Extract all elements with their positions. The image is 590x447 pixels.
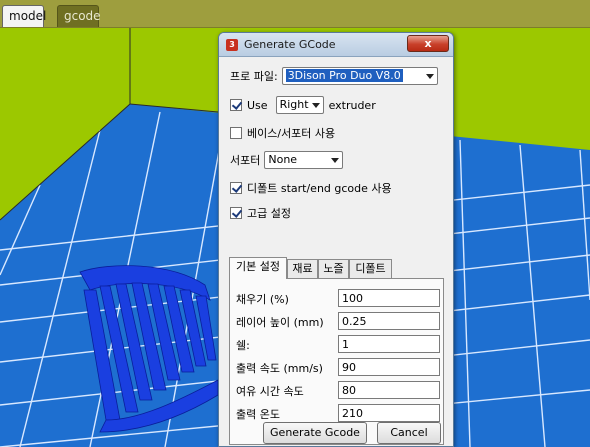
base-support-checkbox[interactable] (230, 127, 242, 139)
base-support-label: 베이스/서포터 사용 (247, 127, 336, 140)
tab-basic-settings[interactable]: 기본 설정 (229, 257, 287, 279)
generate-gcode-dialog: 3 Generate GCode x 프로 파일: 3Dison Pro Duo… (218, 32, 454, 447)
field-row: 출력 온도 (236, 404, 440, 422)
shell-label: 쉘: (236, 339, 250, 352)
extruder-select[interactable]: Right (275, 96, 324, 114)
use-extruder-checkbox[interactable] (230, 99, 242, 111)
travel-speed-input[interactable] (338, 381, 440, 399)
profile-value: 3Dison Pro Duo V8.0 (285, 69, 403, 82)
chevron-down-icon (330, 155, 340, 165)
base-support-row: 베이스/서포터 사용 (230, 123, 335, 143)
tab-default[interactable]: 디폴트 (349, 259, 392, 278)
extruder-row: Use Right extruder (230, 95, 376, 115)
profile-select[interactable]: 3Dison Pro Duo V8.0 (281, 67, 438, 85)
basic-settings-panel: 채우기 (%) 레이어 높이 (mm) 쉘: 출력 속도 (mm/s) 여유 시… (229, 278, 444, 445)
print-temperature-input[interactable] (338, 404, 440, 422)
dialog-body: 프로 파일: 3Dison Pro Duo V8.0 Use Right ext… (224, 59, 449, 445)
field-row: 출력 속도 (mm/s) (236, 358, 440, 376)
tab-model[interactable]: model (2, 5, 46, 27)
print-speed-input[interactable] (338, 358, 440, 376)
layer-height-input[interactable] (338, 312, 440, 330)
tab-nozzle[interactable]: 노즐 (318, 259, 349, 278)
travel-speed-label: 여유 시간 속도 (236, 385, 304, 398)
extruder-label: extruder (328, 98, 376, 112)
field-row: 여유 시간 속도 (236, 381, 440, 399)
tab-material[interactable]: 재료 (287, 259, 318, 278)
advanced-row: 고급 설정 (230, 203, 291, 223)
chevron-down-icon (311, 100, 321, 110)
use-label: Use (247, 98, 268, 112)
app-icon: 3 (226, 39, 238, 51)
advanced-checkbox[interactable] (230, 207, 242, 219)
generate-gcode-button[interactable]: Generate Gcode (263, 422, 367, 444)
default-gcode-row: 디폴트 start/end gcode 사용 (230, 178, 392, 198)
print-speed-label: 출력 속도 (mm/s) (236, 362, 323, 375)
support-select[interactable]: None (264, 151, 344, 169)
layer-height-label: 레이어 높이 (mm) (236, 316, 324, 329)
chevron-down-icon (425, 71, 435, 81)
support-row: 서포터 None (230, 150, 344, 170)
extruder-value: Right (279, 98, 309, 111)
infill-input[interactable] (338, 289, 440, 307)
infill-label: 채우기 (%) (236, 293, 289, 306)
dialog-titlebar[interactable]: 3 Generate GCode x (219, 33, 453, 57)
profile-label: 프로 파일: (230, 70, 278, 83)
default-gcode-label: 디폴트 start/end gcode 사용 (247, 182, 392, 195)
view-tab-strip: model gcode (0, 0, 590, 28)
tab-gcode[interactable]: gcode (57, 5, 101, 27)
advanced-label: 고급 설정 (247, 207, 291, 220)
print-temperature-label: 출력 온도 (236, 408, 280, 421)
dialog-title: Generate GCode (244, 38, 336, 51)
shell-input[interactable] (338, 335, 440, 353)
profile-row: 프로 파일: 3Dison Pro Duo V8.0 (230, 66, 438, 86)
support-value: None (268, 153, 298, 166)
cancel-button[interactable]: Cancel (377, 422, 441, 444)
field-row: 레이어 높이 (mm) (236, 312, 440, 330)
support-label: 서포터 (230, 154, 261, 167)
default-gcode-checkbox[interactable] (230, 182, 242, 194)
field-row: 쉘: (236, 335, 440, 353)
field-row: 채우기 (%) (236, 289, 440, 307)
close-button[interactable]: x (407, 35, 449, 52)
